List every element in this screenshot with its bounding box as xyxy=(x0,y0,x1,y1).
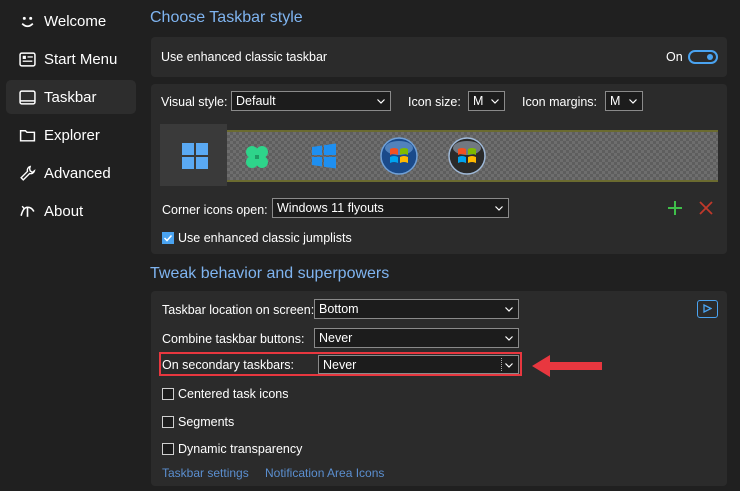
section-title-behavior: Tweak behavior and superpowers xyxy=(150,265,390,282)
windows-vista-orb-icon xyxy=(448,137,486,175)
icon-margins-value: M xyxy=(610,94,621,108)
icon-size-label: Icon size: xyxy=(408,95,461,109)
chevron-down-icon xyxy=(505,336,513,341)
close-icon xyxy=(699,201,713,215)
style-tile-windows10[interactable] xyxy=(310,142,342,174)
taskbar-location-label: Taskbar location on screen: xyxy=(162,303,315,317)
corner-icons-value: Windows 11 flyouts xyxy=(277,201,384,215)
combine-buttons-select[interactable]: Never xyxy=(314,328,519,348)
combine-buttons-value: Never xyxy=(319,331,353,345)
visual-style-label: Visual style: xyxy=(161,95,228,109)
windows11-logo-icon xyxy=(182,143,208,169)
clover-logo-icon xyxy=(246,146,268,168)
enhanced-taskbar-card: Use enhanced classic taskbar On xyxy=(151,37,727,77)
style-tile-selected[interactable] xyxy=(160,124,227,186)
icon-margins-label: Icon margins: xyxy=(522,95,598,109)
sidebar-item-about[interactable]: About xyxy=(6,194,136,228)
red-arrow-annotation-icon xyxy=(532,355,602,377)
chevron-down-icon xyxy=(629,99,637,104)
segments-label: Segments xyxy=(178,415,235,429)
plus-icon xyxy=(668,201,682,215)
sidebar-item-label: About xyxy=(44,202,84,220)
sidebar-item-advanced[interactable]: Advanced xyxy=(6,156,136,190)
segments-checkbox-row[interactable]: Segments xyxy=(162,415,234,429)
enhanced-taskbar-label: Use enhanced classic taskbar xyxy=(161,50,328,64)
visual-style-select[interactable]: Default xyxy=(231,91,391,111)
corner-icons-select[interactable]: Windows 11 flyouts xyxy=(272,198,509,218)
about-icon xyxy=(16,202,38,220)
jumplists-label: Use enhanced classic jumplists xyxy=(178,231,352,245)
visual-style-card: Visual style: Default Icon size: M Icon … xyxy=(151,84,727,254)
sidebar-item-label: Taskbar xyxy=(44,88,97,106)
add-style-button[interactable] xyxy=(667,200,683,216)
combine-buttons-label: Combine taskbar buttons: xyxy=(162,332,305,346)
smile-icon xyxy=(16,12,38,30)
chevron-down-icon xyxy=(505,363,513,368)
sidebar-item-label: Explorer xyxy=(44,126,100,144)
sidebar-item-taskbar[interactable]: Taskbar xyxy=(6,80,136,114)
taskbar-icon xyxy=(16,88,38,106)
windows10-logo-icon xyxy=(312,143,336,169)
taskbar-settings-link[interactable]: Taskbar settings xyxy=(162,466,249,480)
jumplists-checkbox-row[interactable]: Use enhanced classic jumplists xyxy=(162,231,352,245)
secondary-taskbars-value: Never xyxy=(323,358,357,372)
remove-style-button[interactable] xyxy=(699,201,713,215)
style-preview-strip xyxy=(160,124,718,186)
section-title-taskbar-style: Choose Taskbar style xyxy=(150,9,303,26)
taskbar-location-value: Bottom xyxy=(319,302,359,316)
jumplists-checkbox[interactable] xyxy=(162,232,174,244)
centered-icons-checkbox-row[interactable]: Centered task icons xyxy=(162,387,288,401)
centered-icons-checkbox[interactable] xyxy=(162,388,174,400)
chevron-down-icon xyxy=(495,206,503,211)
toggle-knob xyxy=(707,54,713,60)
behavior-card: Taskbar location on screen: Bottom Combi… xyxy=(151,291,727,486)
transparency-label: Dynamic transparency xyxy=(178,442,303,456)
icon-size-select[interactable]: M xyxy=(468,91,505,111)
folder-icon xyxy=(16,126,38,144)
style-tile-clover[interactable] xyxy=(242,142,274,174)
select-divider xyxy=(501,358,503,371)
secondary-taskbars-select[interactable]: Never xyxy=(318,355,519,374)
sidebar-item-label: Start Menu xyxy=(44,50,118,68)
segments-checkbox[interactable] xyxy=(162,416,174,428)
wrench-icon xyxy=(16,164,38,182)
checkmark-icon xyxy=(163,234,173,242)
sidebar: Welcome Start Menu Taskbar Explorer Adva… xyxy=(0,0,145,491)
start-menu-icon xyxy=(16,50,38,68)
transparency-checkbox-row[interactable]: Dynamic transparency xyxy=(162,442,302,456)
toggle-state-label: On xyxy=(666,50,683,64)
centered-icons-label: Centered task icons xyxy=(178,387,289,401)
play-icon xyxy=(703,304,712,313)
icon-size-value: M xyxy=(473,94,484,108)
notification-area-icons-link[interactable]: Notification Area Icons xyxy=(265,466,384,480)
chevron-down-icon xyxy=(377,99,385,104)
chevron-down-icon xyxy=(491,99,499,104)
chevron-down-icon xyxy=(505,307,513,312)
sidebar-item-explorer[interactable]: Explorer xyxy=(6,118,136,152)
secondary-taskbars-label: On secondary taskbars: xyxy=(162,358,295,372)
play-video-button[interactable] xyxy=(697,300,718,318)
visual-style-value: Default xyxy=(236,94,276,108)
sidebar-item-welcome[interactable]: Welcome xyxy=(6,4,136,38)
windows7-orb-icon xyxy=(380,137,418,175)
sidebar-item-label: Welcome xyxy=(44,12,107,30)
transparency-checkbox[interactable] xyxy=(162,443,174,455)
style-tile-vista[interactable] xyxy=(447,136,487,176)
icon-margins-select[interactable]: M xyxy=(605,91,643,111)
enhanced-taskbar-toggle[interactable] xyxy=(688,50,718,64)
corner-icons-label: Corner icons open: xyxy=(162,203,268,217)
sidebar-item-start-menu[interactable]: Start Menu xyxy=(6,42,136,76)
sidebar-item-label: Advanced xyxy=(44,164,111,182)
style-tile-windows7[interactable] xyxy=(379,136,419,176)
taskbar-location-select[interactable]: Bottom xyxy=(314,299,519,319)
main-panel: Choose Taskbar style Use enhanced classi… xyxy=(145,0,740,491)
